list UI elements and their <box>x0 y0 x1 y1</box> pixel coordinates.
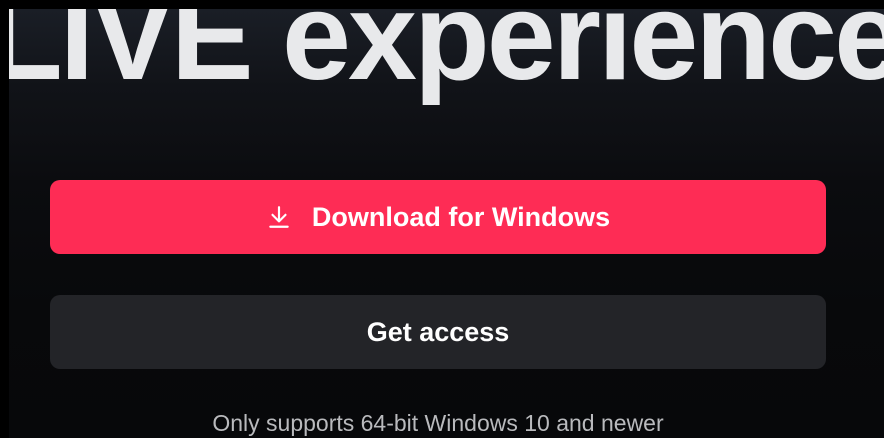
download-button-label: Download for Windows <box>311 201 611 232</box>
get-access-button[interactable]: Get access <box>50 295 826 369</box>
get-access-button-label: Get access <box>366 316 510 347</box>
hero-title: LIVE experience <box>9 9 884 106</box>
landing-section: LIVE experience Download for Windows Get… <box>9 9 884 438</box>
download-for-windows-button[interactable]: Download for Windows <box>50 180 826 254</box>
download-icon <box>266 204 292 230</box>
system-requirements-note: Only supports 64-bit Windows 10 and newe… <box>212 410 664 436</box>
